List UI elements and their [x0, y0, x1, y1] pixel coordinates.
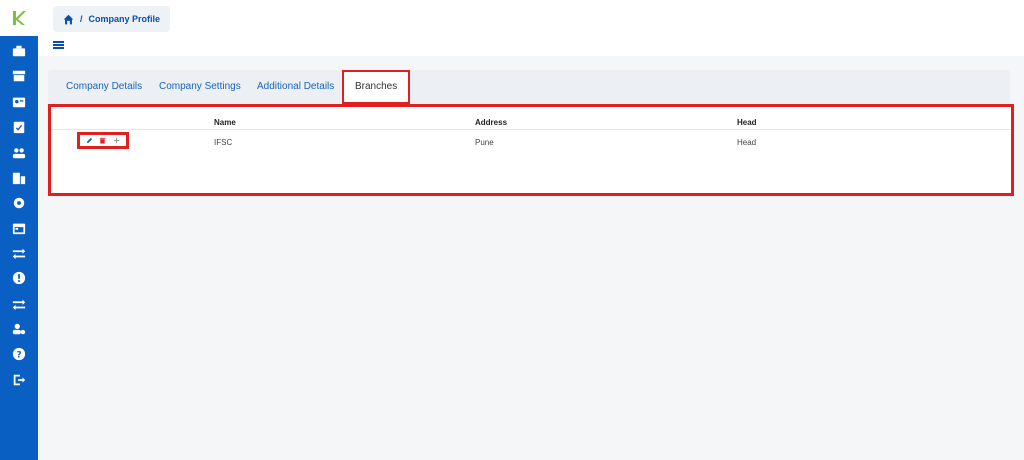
buildings-icon[interactable]	[11, 170, 27, 186]
top-bar: / Company Profile	[38, 0, 1024, 56]
cell-address: Pune	[475, 138, 494, 147]
tab-bar: Company Details Company Settings Additio…	[48, 70, 1010, 104]
sidebar: ?	[0, 0, 38, 460]
breadcrumb: / Company Profile	[53, 6, 171, 32]
transfer-icon[interactable]	[11, 296, 27, 312]
clipboard-check-icon[interactable]	[11, 119, 27, 135]
cell-name: IFSC	[214, 138, 233, 147]
add-icon[interactable]	[113, 137, 120, 144]
swap-icon[interactable]	[11, 245, 27, 261]
people-icon[interactable]	[11, 145, 27, 161]
app-logo[interactable]	[0, 0, 38, 36]
store-icon[interactable]	[11, 68, 27, 84]
breadcrumb-separator: /	[80, 14, 83, 24]
logo-icon	[13, 11, 26, 25]
help-icon[interactable]: ?	[11, 346, 27, 362]
branches-table: Name Address Head IFSC Pune Head	[48, 104, 1014, 196]
calendar-icon[interactable]	[11, 220, 27, 236]
table-divider	[51, 129, 1011, 130]
tab-company-details[interactable]: Company Details	[66, 70, 142, 104]
id-card-icon[interactable]	[11, 94, 27, 110]
logout-icon[interactable]	[11, 372, 27, 388]
row-actions	[77, 132, 129, 149]
tab-additional-details[interactable]: Additional Details	[257, 70, 334, 104]
column-header-address: Address	[475, 118, 508, 127]
breadcrumb-current: Company Profile	[88, 14, 161, 24]
menu-toggle-icon[interactable]	[53, 41, 64, 49]
tab-branches[interactable]: Branches	[342, 70, 411, 104]
column-header-name: Name	[214, 118, 236, 127]
edit-icon[interactable]	[86, 137, 93, 144]
gear-icon[interactable]	[11, 195, 27, 211]
cell-head: Head	[737, 138, 757, 147]
svg-text:?: ?	[16, 351, 21, 361]
column-header-head: Head	[737, 118, 757, 127]
tab-company-settings[interactable]: Company Settings	[159, 70, 241, 104]
briefcase-icon[interactable]	[11, 43, 27, 59]
alert-icon[interactable]	[11, 270, 27, 286]
delete-icon[interactable]	[99, 137, 106, 144]
home-icon[interactable]	[63, 14, 74, 25]
user-settings-icon[interactable]	[11, 321, 27, 337]
